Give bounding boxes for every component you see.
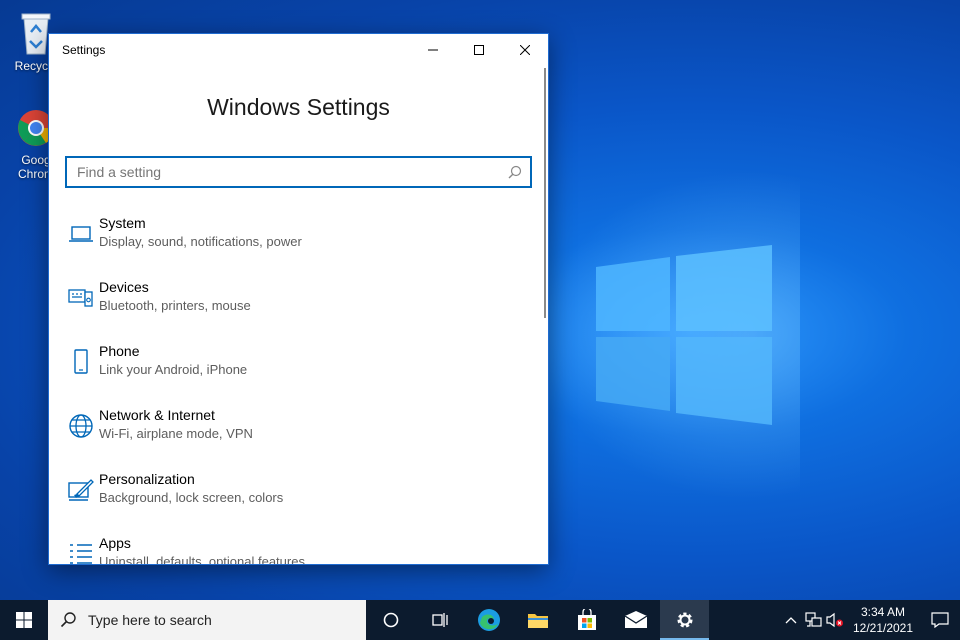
show-hidden-icons-button[interactable] bbox=[780, 600, 802, 640]
notification-icon bbox=[931, 612, 949, 628]
taskbar-store[interactable] bbox=[562, 600, 611, 640]
search-icon bbox=[60, 612, 76, 628]
chevron-up-icon bbox=[785, 617, 797, 624]
devices-icon bbox=[68, 289, 93, 307]
taskbar-search[interactable]: Type here to search bbox=[48, 600, 366, 640]
category-desc: Background, lock screen, colors bbox=[99, 490, 284, 505]
clock-time: 3:34 AM bbox=[860, 605, 906, 619]
category-name: Devices bbox=[99, 279, 149, 295]
taskbar-file-explorer[interactable] bbox=[513, 600, 562, 640]
phone-icon bbox=[74, 349, 88, 374]
maximize-icon bbox=[474, 45, 484, 55]
scrollbar[interactable] bbox=[544, 68, 546, 318]
category-desc: Display, sound, notifications, power bbox=[99, 234, 302, 249]
category-network[interactable]: Network & Internet Wi-Fi, airplane mode,… bbox=[63, 406, 523, 470]
cortana-icon bbox=[383, 612, 398, 628]
task-view-button[interactable] bbox=[415, 600, 464, 640]
category-desc: Wi-Fi, airplane mode, VPN bbox=[99, 426, 253, 441]
windows-wallpaper-logo bbox=[596, 245, 772, 425]
volume-muted-icon bbox=[826, 612, 843, 628]
paint-icon bbox=[68, 479, 94, 501]
clock-date: 12/21/2021 bbox=[852, 621, 914, 635]
category-desc: Bluetooth, printers, mouse bbox=[99, 298, 251, 313]
category-devices[interactable]: Devices Bluetooth, printers, mouse bbox=[63, 278, 523, 342]
search-input[interactable] bbox=[77, 164, 508, 180]
category-phone[interactable]: Phone Link your Android, iPhone bbox=[63, 342, 523, 406]
windows-start-icon bbox=[16, 612, 32, 628]
settings-window: Settings Windows Settings System Display… bbox=[48, 33, 549, 565]
category-name: Network & Internet bbox=[99, 407, 215, 423]
system-tray: 3:34 AM 12/21/2021 bbox=[780, 600, 960, 640]
taskbar-edge[interactable] bbox=[464, 600, 513, 640]
store-icon bbox=[577, 609, 596, 630]
category-name: Personalization bbox=[99, 471, 195, 487]
volume-tray-button[interactable] bbox=[824, 600, 846, 640]
network-tray-button[interactable] bbox=[802, 600, 824, 640]
category-name: System bbox=[99, 215, 146, 231]
folder-icon bbox=[527, 614, 548, 628]
category-name: Phone bbox=[99, 343, 140, 359]
gear-icon bbox=[677, 612, 692, 628]
category-name: Apps bbox=[99, 535, 131, 551]
taskbar-search-text: Type here to search bbox=[88, 612, 212, 628]
page-title: Windows Settings bbox=[207, 94, 390, 120]
task-view-icon bbox=[431, 613, 448, 627]
search-box[interactable] bbox=[65, 156, 532, 188]
close-button[interactable] bbox=[502, 34, 548, 66]
search-icon bbox=[508, 165, 522, 179]
taskbar: Type here to search 3:34 AM 12/21/2021 bbox=[0, 600, 960, 640]
settings-category-list: System Display, sound, notifications, po… bbox=[63, 214, 523, 565]
clock[interactable]: 3:34 AM 12/21/2021 bbox=[846, 604, 920, 636]
taskbar-mail[interactable] bbox=[611, 600, 660, 640]
minimize-button[interactable] bbox=[410, 34, 456, 66]
apps-list-icon bbox=[70, 544, 92, 564]
maximize-button[interactable] bbox=[456, 34, 502, 66]
cortana-button[interactable] bbox=[366, 600, 415, 640]
category-personalization[interactable]: Personalization Background, lock screen,… bbox=[63, 470, 523, 534]
laptop-icon bbox=[69, 226, 93, 242]
window-title: Settings bbox=[62, 43, 106, 57]
mail-icon bbox=[624, 611, 647, 628]
start-button[interactable] bbox=[0, 600, 48, 640]
category-system[interactable]: System Display, sound, notifications, po… bbox=[63, 214, 523, 278]
network-icon bbox=[805, 612, 822, 627]
close-icon bbox=[520, 45, 530, 55]
window-titlebar[interactable]: Settings bbox=[49, 34, 548, 66]
globe-icon bbox=[69, 414, 93, 438]
action-center-button[interactable] bbox=[920, 600, 960, 640]
minimize-icon bbox=[428, 49, 438, 51]
edge-icon bbox=[477, 609, 500, 631]
category-apps[interactable]: Apps Uninstall, defaults, optional featu… bbox=[63, 534, 523, 565]
category-desc: Uninstall, defaults, optional features bbox=[99, 554, 305, 565]
taskbar-settings[interactable] bbox=[660, 600, 709, 640]
category-desc: Link your Android, iPhone bbox=[99, 362, 248, 377]
